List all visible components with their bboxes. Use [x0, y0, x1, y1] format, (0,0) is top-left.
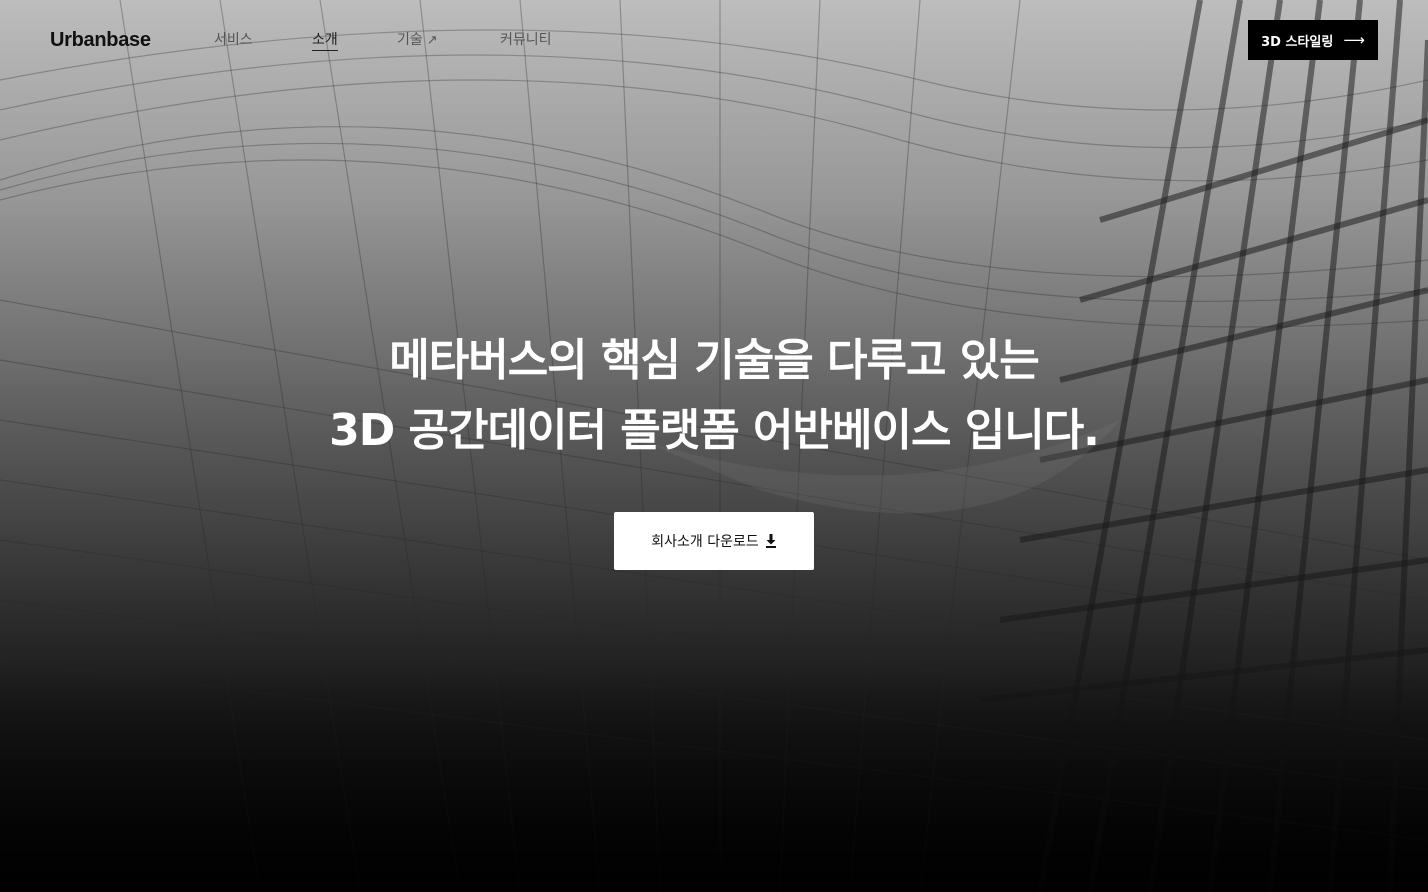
nav-item-about[interactable]: 소개 — [312, 31, 338, 51]
hero-section: Urbanbase 서비스 소개 기술 ↗ 커뮤니티 3D 스타일링 ⟶ 메타버스… — [0, 0, 1428, 892]
arrow-right-icon: ⟶ — [1343, 31, 1365, 49]
download-button-label: 회사소개 다운로드 — [651, 534, 759, 550]
hero-headline: 메타버스의 핵심 기술을 다루고 있는 3D 공간데이터 플랫폼 어반베이스 입… — [0, 326, 1428, 466]
headline-line-1: 메타버스의 핵심 기술을 다루고 있는 — [389, 335, 1039, 386]
cta-label: 3D 스타일링 — [1261, 34, 1334, 50]
external-arrow-icon: ↗ — [426, 33, 438, 48]
3d-styling-button[interactable]: 3D 스타일링 ⟶ — [1248, 20, 1378, 60]
top-navigation: Urbanbase 서비스 소개 기술 ↗ 커뮤니티 3D 스타일링 ⟶ — [0, 0, 1428, 80]
download-icon — [765, 534, 776, 548]
nav-item-community[interactable]: 커뮤니티 — [500, 31, 552, 49]
nav-item-label: 서비스 — [214, 32, 253, 48]
nav-item-services[interactable]: 서비스 — [214, 31, 253, 49]
company-intro-download-button[interactable]: 회사소개 다운로드 — [614, 512, 814, 570]
nav-item-label: 소개 — [312, 32, 338, 48]
nav-item-technology[interactable]: 기술 ↗ — [397, 31, 438, 50]
headline-line-2: 3D 공간데이터 플랫폼 어반베이스 입니다. — [329, 405, 1100, 456]
urbanbase-logo[interactable]: Urbanbase — [50, 28, 151, 52]
nav-item-label: 커뮤니티 — [500, 32, 552, 48]
nav-item-label: 기술 — [397, 32, 423, 48]
